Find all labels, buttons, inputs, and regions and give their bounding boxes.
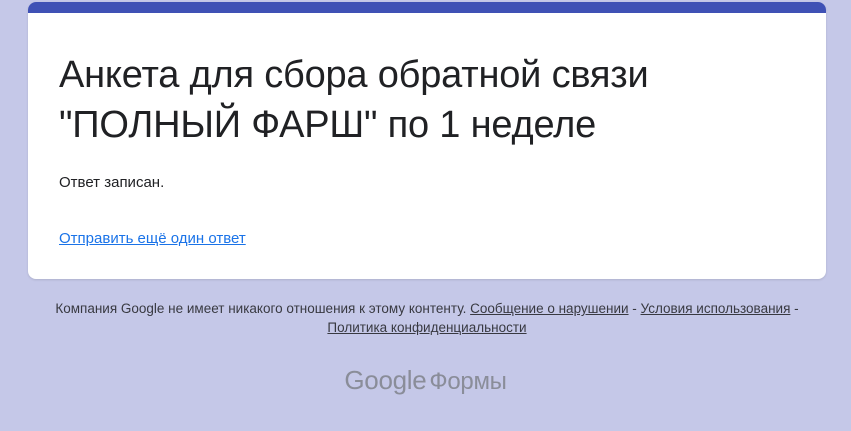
response-recorded-message: Ответ записан.	[59, 174, 165, 191]
footer: Компания Google не имеет никакого отноше…	[28, 299, 826, 337]
form-title: Анкета для сбора обратной связи "ПОЛНЫЙ Ф…	[59, 50, 799, 150]
footer-separator-1: -	[628, 301, 641, 316]
google-forms-logo[interactable]: Google Формы	[0, 362, 851, 400]
form-title-line-2: "ПОЛНЫЙ ФАРШ" по 1 неделе	[59, 104, 597, 146]
form-card: Анкета для сбора обратной связи "ПОЛНЫЙ Ф…	[28, 2, 826, 279]
footer-disclaimer: Компания Google не имеет никакого отноше…	[55, 301, 467, 316]
form-title-line-1: Анкета для сбора обратной связи	[59, 54, 649, 96]
page: Анкета для сбора обратной связи "ПОЛНЫЙ Ф…	[0, 0, 851, 431]
privacy-link[interactable]: Политика конфиденциальности	[327, 320, 526, 335]
submit-another-response-link[interactable]: Отправить ещё один ответ	[59, 229, 246, 249]
brand-product-text: Формы	[429, 368, 507, 395]
terms-link[interactable]: Условия использования	[641, 301, 791, 316]
brand-google-text: Google	[344, 365, 427, 395]
report-abuse-link[interactable]: Сообщение о нарушении	[470, 301, 628, 316]
card-accent-bar	[28, 2, 826, 13]
footer-separator-2: -	[790, 301, 799, 316]
